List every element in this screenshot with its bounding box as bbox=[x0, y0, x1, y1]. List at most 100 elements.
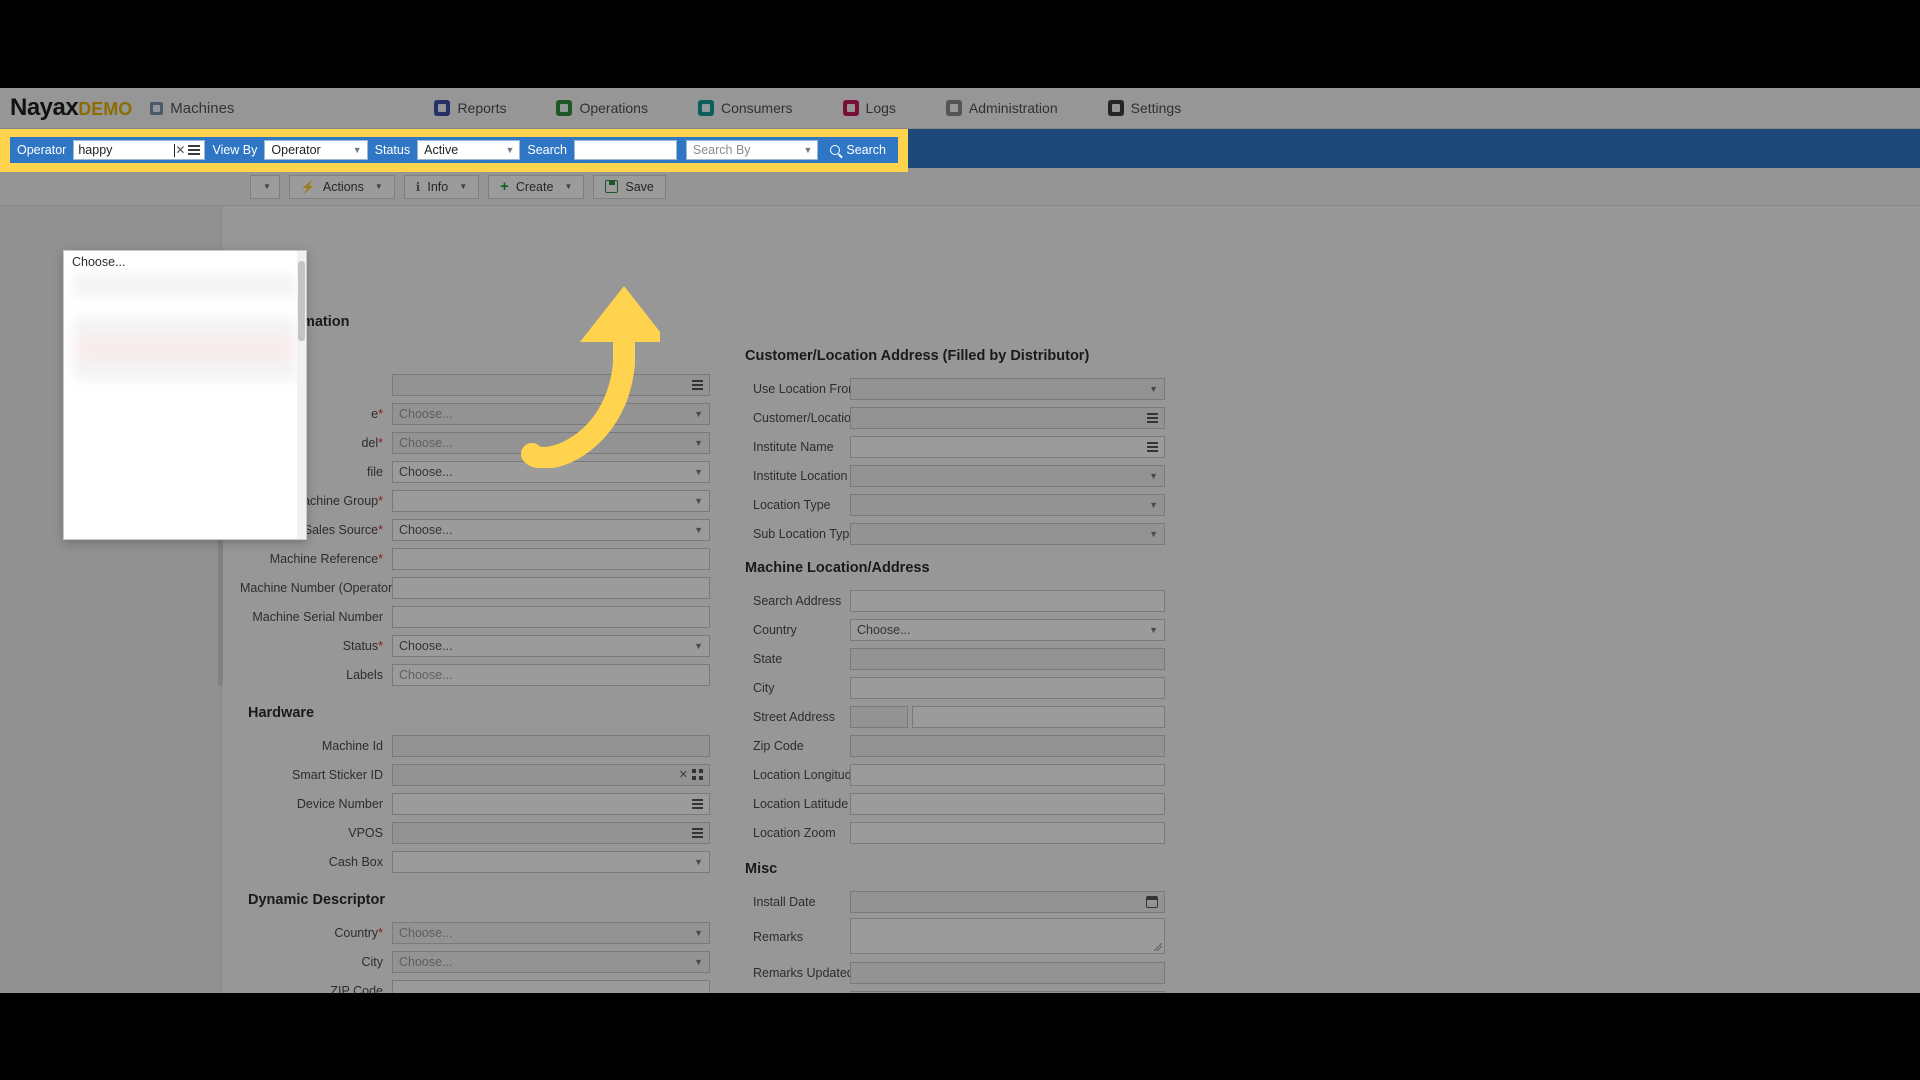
dropdown-scrollbar[interactable] bbox=[297, 251, 306, 539]
machine-serial-number-input[interactable] bbox=[392, 605, 710, 628]
breadcrumb[interactable]: Machines bbox=[150, 100, 234, 117]
list-picker-icon[interactable] bbox=[692, 798, 703, 809]
institute-name-input[interactable] bbox=[850, 435, 1165, 458]
search-input[interactable] bbox=[574, 140, 677, 160]
field-label: Remarks bbox=[753, 930, 804, 944]
operator-input[interactable]: happy ✕ bbox=[73, 140, 206, 160]
actions-button[interactable]: ⚡ Actions ▼ bbox=[288, 174, 395, 199]
dropdown-header-option[interactable]: Choose... bbox=[64, 251, 306, 269]
vpos-input[interactable] bbox=[392, 821, 710, 844]
list-item[interactable] bbox=[74, 275, 296, 296]
brand-name: Nayax bbox=[10, 94, 79, 121]
field-label: Status* bbox=[342, 638, 383, 653]
list-picker-icon[interactable] bbox=[1147, 441, 1158, 452]
nav-item-settings[interactable]: Settings bbox=[1107, 100, 1181, 116]
device-number-input[interactable] bbox=[392, 792, 710, 815]
dropdown-scrollbar-thumb[interactable] bbox=[298, 261, 305, 341]
list-item[interactable] bbox=[74, 317, 296, 338]
create-button[interactable]: + Create ▼ bbox=[488, 174, 585, 199]
address-country-select[interactable]: Choose... ▼ bbox=[850, 618, 1165, 641]
clear-x-icon[interactable]: ✕ bbox=[175, 143, 185, 157]
form-row: Country Choose... ▼ bbox=[745, 617, 1165, 642]
use-location-from-select[interactable]: ▼ bbox=[850, 377, 1165, 400]
search-button[interactable]: Search bbox=[818, 137, 898, 163]
institute-location-select[interactable]: ▼ bbox=[850, 464, 1165, 487]
form-row: Sub Location Type ▼ bbox=[745, 521, 1165, 546]
machine-number-operator-input[interactable] bbox=[392, 576, 710, 599]
operator-suggestion-dropdown[interactable]: Choose... bbox=[63, 250, 307, 540]
machine-group-select[interactable]: ▼ bbox=[392, 489, 710, 512]
form-row: ZIP Code bbox=[240, 978, 710, 993]
list-item[interactable] bbox=[74, 380, 296, 401]
list-item[interactable] bbox=[74, 485, 296, 506]
machine-owner-list-field[interactable] bbox=[392, 373, 710, 396]
list-picker-icon[interactable] bbox=[1147, 412, 1158, 423]
nav-item-consumers[interactable]: Consumers bbox=[697, 100, 793, 116]
dropdown-options-blurred[interactable] bbox=[64, 269, 306, 506]
street-number-input bbox=[850, 705, 908, 728]
list-picker-icon[interactable] bbox=[692, 827, 703, 838]
brand-logo[interactable]: Nayax DEMO bbox=[10, 94, 132, 122]
list-picker-icon bbox=[692, 379, 703, 390]
sales-source-select[interactable]: Choose... ▼ bbox=[392, 518, 710, 541]
form-row: Cash Box ▼ bbox=[240, 849, 710, 874]
address-city-input[interactable] bbox=[850, 676, 1165, 699]
status-select[interactable]: Active ▼ bbox=[417, 140, 521, 160]
action-toolbar: ▼ ⚡ Actions ▼ ℹ Info ▼ + Create ▼ Save bbox=[0, 168, 1920, 206]
list-item[interactable] bbox=[74, 359, 296, 380]
list-picker-icon[interactable] bbox=[188, 144, 201, 156]
list-item[interactable] bbox=[74, 464, 296, 485]
machine-type-select[interactable]: Choose... ▼ bbox=[392, 402, 710, 425]
clear-x-icon[interactable]: ✕ bbox=[679, 768, 688, 781]
list-item[interactable] bbox=[74, 296, 296, 317]
install-date-input[interactable] bbox=[850, 890, 1165, 913]
list-item[interactable] bbox=[74, 401, 296, 422]
save-button[interactable]: Save bbox=[593, 174, 666, 199]
calendar-icon[interactable] bbox=[1146, 895, 1158, 908]
chevron-down-icon: ▼ bbox=[1149, 470, 1158, 481]
customer-location-input[interactable] bbox=[850, 406, 1165, 429]
chevron-down-icon: ▼ bbox=[564, 182, 573, 191]
smart-sticker-id-input[interactable]: ✕ bbox=[392, 763, 710, 786]
info-icon: ℹ bbox=[415, 179, 421, 194]
list-item[interactable] bbox=[74, 338, 296, 359]
descriptor-city-select[interactable]: Choose... ▼ bbox=[392, 950, 710, 973]
list-item[interactable] bbox=[74, 443, 296, 464]
location-zoom-input[interactable] bbox=[850, 821, 1165, 844]
form-row: Machine Serial Number bbox=[240, 604, 710, 629]
section-title-customer-location-address: Customer/Location Address (Filled by Dis… bbox=[745, 348, 1090, 364]
view-by-select[interactable]: Operator ▼ bbox=[264, 140, 368, 160]
nav-item-reports[interactable]: Reports bbox=[434, 100, 506, 116]
descriptor-zip-code-input[interactable] bbox=[392, 979, 710, 993]
toolbar-background-strip bbox=[908, 129, 1920, 168]
descriptor-country-select[interactable]: Choose... ▼ bbox=[392, 921, 710, 944]
cash-box-select[interactable]: ▼ bbox=[392, 850, 710, 873]
location-longitude-input[interactable] bbox=[850, 763, 1165, 786]
sub-location-type-select[interactable]: ▼ bbox=[850, 522, 1165, 545]
field-label: Sub Location Type bbox=[753, 526, 850, 541]
nav-item-administration[interactable]: Administration bbox=[945, 100, 1058, 116]
remarks-textarea[interactable] bbox=[850, 918, 1165, 954]
machine-profile-select[interactable]: Choose... ▼ bbox=[392, 460, 710, 483]
machine-reference-input[interactable] bbox=[392, 547, 710, 570]
filter-dropdown-button[interactable]: ▼ bbox=[250, 174, 280, 199]
qr-scan-icon[interactable] bbox=[692, 769, 703, 780]
search-address-input[interactable] bbox=[850, 589, 1165, 612]
form-row: State bbox=[745, 646, 1165, 671]
section-title-machine-location-address: Machine Location/Address bbox=[745, 560, 930, 576]
field-label: Machine Number (Operator) bbox=[240, 580, 392, 595]
chevron-down-icon: ▼ bbox=[1149, 528, 1158, 539]
location-latitude-input[interactable] bbox=[850, 792, 1165, 815]
form-row: Location Longitude bbox=[745, 762, 1165, 787]
search-by-select[interactable]: Search By ▼ bbox=[685, 140, 819, 160]
info-button[interactable]: ℹ Info ▼ bbox=[403, 174, 480, 199]
street-address-input[interactable] bbox=[912, 705, 1165, 728]
status-select[interactable]: Choose... ▼ bbox=[392, 634, 710, 657]
list-item[interactable] bbox=[74, 422, 296, 443]
nav-item-operations[interactable]: Operations bbox=[556, 100, 648, 116]
location-type-select[interactable]: ▼ bbox=[850, 493, 1165, 516]
machine-model-select[interactable]: Choose... ▼ bbox=[392, 431, 710, 454]
nav-item-logs[interactable]: Logs bbox=[842, 100, 896, 116]
nav-item-label: Reports bbox=[457, 100, 507, 116]
labels-select[interactable]: Choose... bbox=[392, 663, 710, 686]
